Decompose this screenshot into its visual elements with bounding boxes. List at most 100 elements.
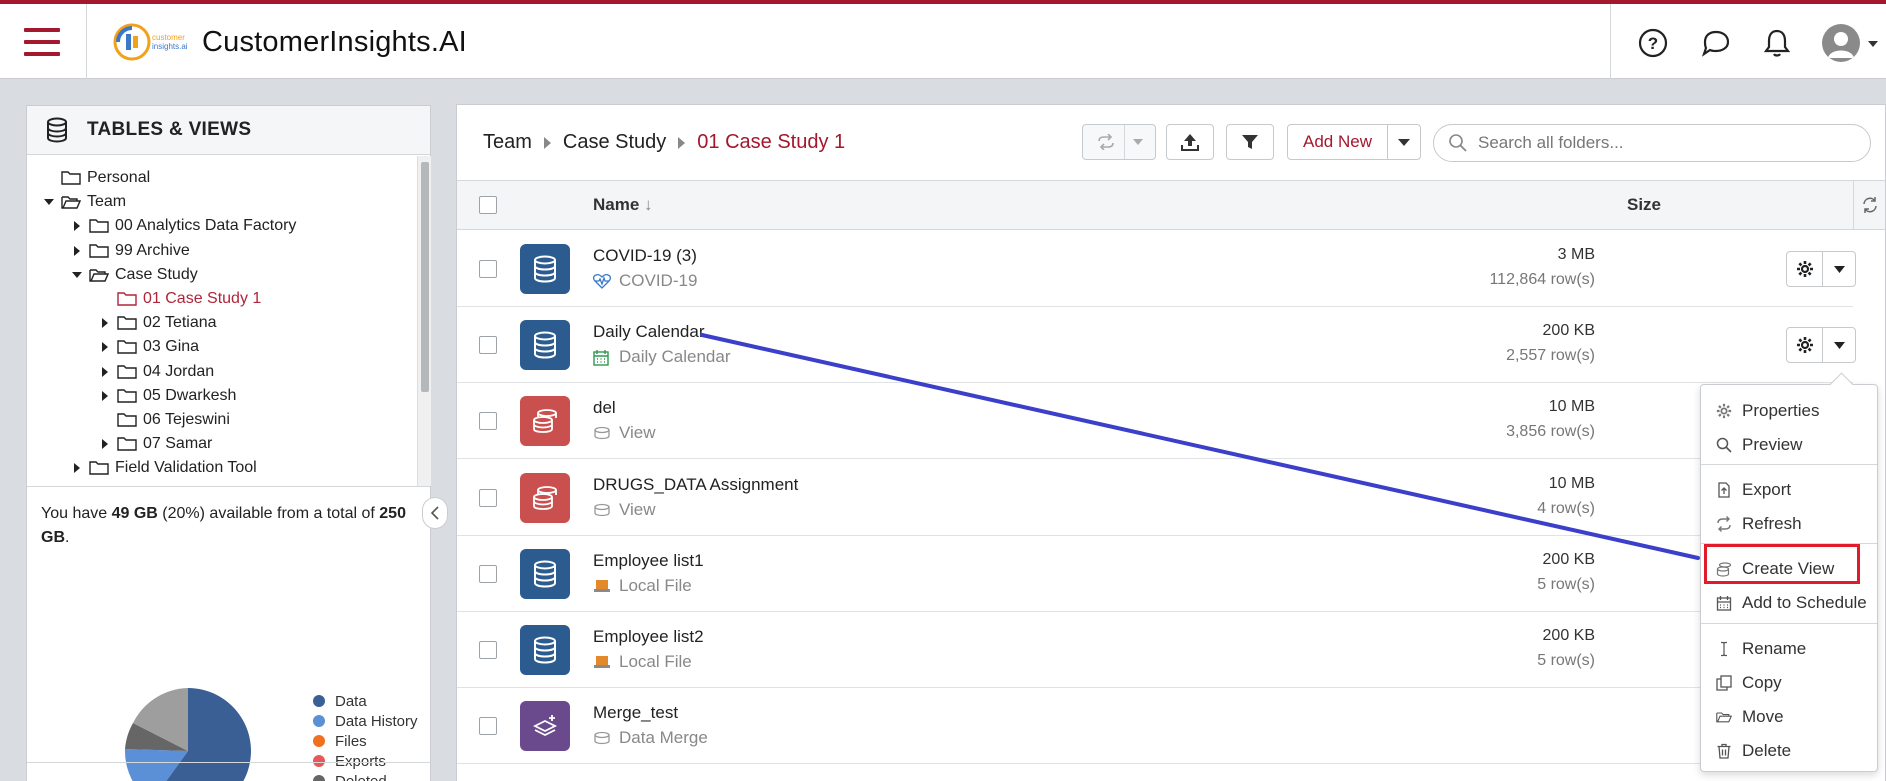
table-row[interactable]: Employee list2 Local File 200 KB 5 row(s) <box>457 612 1853 688</box>
add-new-button[interactable]: Add New <box>1288 125 1388 159</box>
row-name[interactable]: Merge_test <box>593 703 678 723</box>
table-row[interactable]: Daily Calendar Daily Calendar 200 KB 2,557 … <box>457 307 1856 384</box>
expand-down-icon[interactable] <box>71 269 83 281</box>
row-name[interactable]: COVID-19 (3) <box>593 246 697 266</box>
breadcrumb-separator-icon <box>543 136 551 149</box>
search-icon <box>1449 134 1467 152</box>
select-all-checkbox[interactable] <box>479 196 497 214</box>
row-source-label: Local File <box>619 652 692 671</box>
menu-item-label: Copy <box>1742 673 1782 692</box>
legend-label: Data History <box>335 712 418 730</box>
user-avatar[interactable] <box>1822 24 1860 62</box>
bell-icon[interactable] <box>1760 26 1794 60</box>
row-name[interactable]: DRUGS_DATA Assignment <box>593 475 798 495</box>
tree-item[interactable]: 07 Samar <box>99 432 212 456</box>
add-new-dropdown[interactable] <box>1388 125 1420 159</box>
row-checkbox[interactable] <box>479 488 497 507</box>
legend-dot <box>313 695 325 707</box>
menu-item-export[interactable]: Export <box>1701 474 1877 506</box>
expand-right-icon[interactable] <box>71 220 83 232</box>
table-row[interactable]: DRUGS_DATA Assignment View 10 MB 4 row(s) <box>457 460 1853 536</box>
tree-item[interactable]: 03 Gina <box>99 335 199 359</box>
tree-item[interactable]: 04 Jordan <box>99 360 214 384</box>
tree-item[interactable]: Field Validation Tool <box>71 456 257 480</box>
menu-item-preview[interactable]: Preview <box>1701 429 1877 461</box>
table-row[interactable]: del View 10 MB 3,856 row(s) <box>457 383 1853 460</box>
tree-item-label: 01 Case Study 1 <box>143 290 262 307</box>
panel-header: TABLES & VIEWS <box>27 106 430 155</box>
row-checkbox[interactable] <box>479 641 497 659</box>
expand-right-icon[interactable] <box>99 366 111 378</box>
expand-right-icon[interactable] <box>99 390 111 402</box>
expand-right-icon[interactable] <box>99 317 111 329</box>
scrollbar-thumb[interactable] <box>421 162 429 392</box>
menu-item-move[interactable]: Move <box>1701 701 1877 733</box>
gear-icon[interactable] <box>1787 252 1823 286</box>
menu-item-rename[interactable]: Rename <box>1701 633 1877 665</box>
sync-button[interactable] <box>1082 124 1156 160</box>
row-name[interactable]: Employee list1 <box>593 551 704 571</box>
expand-right-icon[interactable] <box>99 438 111 450</box>
expand-right-icon[interactable] <box>71 462 83 474</box>
row-name[interactable]: Employee list2 <box>593 627 704 647</box>
row-checkbox[interactable] <box>479 412 497 431</box>
breadcrumb-team[interactable]: Team <box>483 131 532 154</box>
row-checkbox[interactable] <box>479 564 497 583</box>
chevron-down-icon[interactable] <box>1823 328 1855 362</box>
column-header-name[interactable]: Name ↓ <box>593 195 653 215</box>
refresh-table-button[interactable] <box>1853 181 1885 229</box>
menu-item-properties[interactable]: Properties <box>1701 395 1877 427</box>
row-checkbox[interactable] <box>479 717 497 736</box>
header-divider <box>86 4 87 79</box>
refresh-icon <box>1862 197 1877 213</box>
tree-item[interactable]: 99 Archive <box>71 239 190 263</box>
gear-icon[interactable] <box>1787 328 1823 363</box>
expand-right-icon[interactable] <box>71 245 83 257</box>
menu-item-refresh[interactable]: Refresh <box>1701 508 1877 540</box>
upload-button[interactable] <box>1166 124 1214 160</box>
menu-divider <box>1701 543 1877 544</box>
tree-item[interactable]: Personal <box>43 166 150 190</box>
tree-item[interactable]: 06 Tejeswini <box>99 408 230 432</box>
upload-icon <box>1181 134 1199 151</box>
breadcrumb-case-study[interactable]: Case Study <box>563 131 666 154</box>
app-header: customer insights.ai CustomerInsights.AI… <box>0 4 1886 79</box>
menu-item-add-to-schedule[interactable]: Add to Schedule <box>1701 587 1877 619</box>
row-source: Local File <box>593 576 692 596</box>
row-size: 3 MB <box>1557 246 1595 263</box>
chat-icon[interactable] <box>1699 26 1733 60</box>
row-count: 3,856 row(s) <box>1506 423 1595 441</box>
user-menu-caret-icon[interactable] <box>1868 41 1878 47</box>
chevron-down-icon[interactable] <box>1823 252 1855 286</box>
tree-item[interactable]: Team <box>43 190 126 214</box>
tree-item[interactable]: 02 Tetiana <box>99 311 217 335</box>
column-header-size[interactable]: Size <box>1627 195 1661 215</box>
tree-scrollbar[interactable] <box>417 156 431 486</box>
tree-item[interactable]: 01 Case Study 1 <box>99 287 261 311</box>
row-name[interactable]: del <box>593 398 616 418</box>
svg-text:insights.ai: insights.ai <box>152 42 188 51</box>
menu-item-delete[interactable]: Delete <box>1701 735 1877 767</box>
hamburger-menu-icon[interactable] <box>24 28 60 56</box>
filter-button[interactable] <box>1226 124 1274 160</box>
row-size: 200 KB <box>1542 550 1595 568</box>
tree-item[interactable]: 05 Dwarkesh <box>99 384 236 408</box>
tree-item[interactable]: 00 Analytics Data Factory <box>71 214 296 238</box>
calendar-icon <box>1716 595 1732 611</box>
table-database-icon <box>520 625 570 675</box>
tree-item[interactable]: Case Study <box>71 263 198 287</box>
expand-down-icon[interactable] <box>43 196 55 208</box>
table-row[interactable]: Employee list1 Local File 200 KB 5 row(s) <box>457 536 1853 612</box>
menu-item-copy[interactable]: Copy <box>1701 667 1877 699</box>
row-checkbox[interactable] <box>479 260 497 278</box>
table-row[interactable]: Merge_test Data Merge <box>457 688 1853 765</box>
table-row[interactable]: COVID-19 (3) COVID-19 3 MB 112,864 row(s) <box>457 231 1856 307</box>
menu-item-create-view[interactable]: Create View <box>1701 553 1877 585</box>
collapse-panel-button[interactable] <box>422 497 448 529</box>
search-input[interactable] <box>1478 133 1858 153</box>
help-icon[interactable]: ? <box>1636 26 1670 60</box>
row-name[interactable]: Daily Calendar <box>593 322 705 342</box>
row-checkbox[interactable] <box>479 336 497 355</box>
expand-right-icon[interactable] <box>99 341 111 353</box>
